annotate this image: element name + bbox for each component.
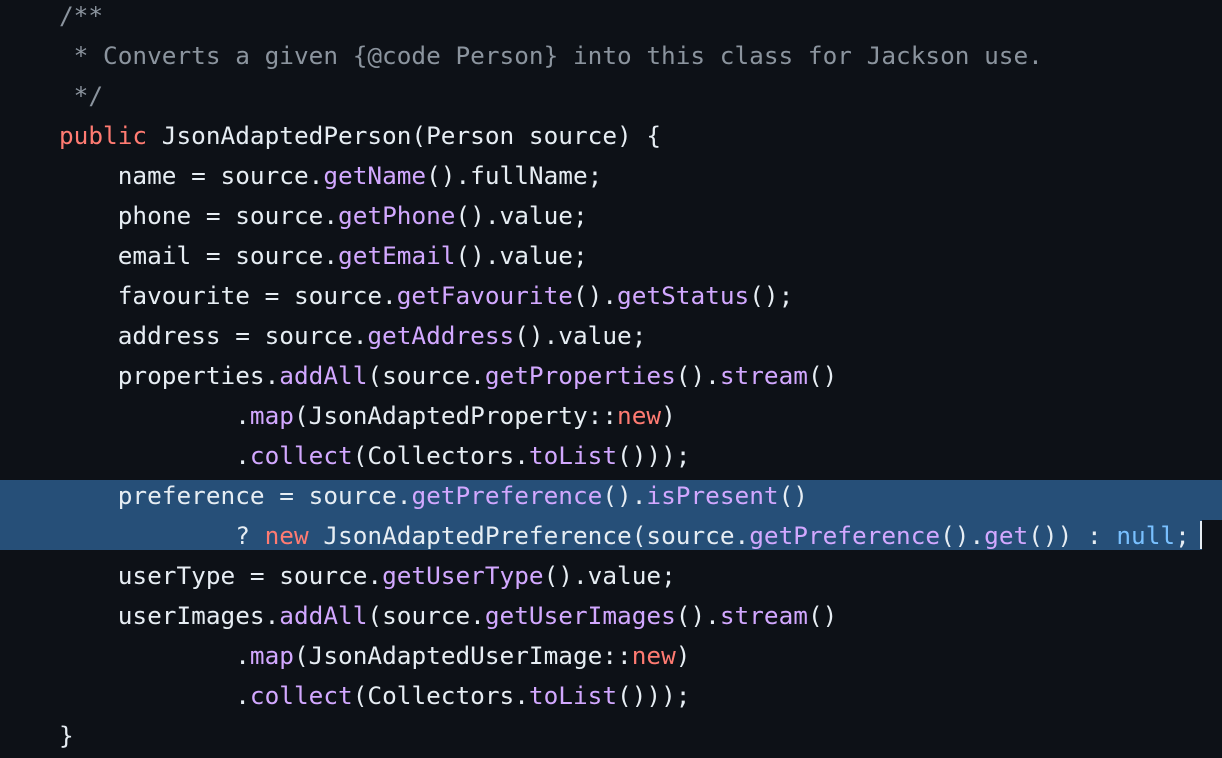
code-token: (JsonAdaptedProperty:: [293, 401, 618, 430]
code-token: . [59, 401, 250, 430]
code-token: new [617, 401, 662, 430]
code-token: ? [59, 521, 265, 550]
code-token: . [59, 681, 250, 710]
code-line-13[interactable]: preference = source.getPreference().isPr… [0, 476, 808, 516]
code-token: (source. [367, 601, 485, 630]
code-token: (). [572, 281, 618, 310]
code-token: toList [528, 441, 618, 470]
code-token: (Collectors. [352, 441, 529, 470]
code-token: */ [59, 81, 104, 110]
code-token: getProperties [484, 361, 676, 390]
code-line-15[interactable]: userType = source.getUserType().value; [0, 556, 676, 596]
code-line-2[interactable]: * Converts a given {@code Person} into t… [0, 36, 1043, 76]
code-token: preference = source. [59, 481, 412, 510]
code-token: stream [719, 601, 808, 630]
code-token: address = source. [59, 321, 368, 350]
code-token: get [984, 521, 1029, 550]
code-token: getUserImages [484, 601, 676, 630]
code-token: ) [661, 401, 676, 430]
code-token: (); [749, 281, 794, 310]
code-line-17[interactable]: .map(JsonAdaptedUserImage::new) [0, 636, 690, 676]
code-token: public [59, 121, 148, 150]
code-line-4[interactable]: public JsonAdaptedPerson(Person source) … [0, 116, 661, 156]
code-token: getEmail [338, 241, 456, 270]
code-token: ().value; [543, 561, 676, 590]
code-token: (). [602, 481, 647, 510]
code-line-1[interactable]: /** [0, 0, 103, 36]
code-token: () [807, 361, 838, 390]
code-token: properties. [59, 361, 280, 390]
code-token: new [631, 641, 676, 670]
code-token: (). [940, 521, 985, 550]
code-token: ; [1175, 521, 1190, 550]
code-line-11[interactable]: .map(JsonAdaptedProperty::new) [0, 396, 676, 436]
code-line-5[interactable]: name = source.getName().fullName; [0, 156, 603, 196]
code-token: getFavourite [396, 281, 573, 310]
code-token: collect [249, 681, 353, 710]
code-token: () [778, 481, 808, 510]
code-token: addAll [279, 361, 368, 390]
code-token: phone = source. [59, 201, 339, 230]
code-token: toList [528, 681, 618, 710]
code-line-10[interactable]: properties.addAll(source.getProperties()… [0, 356, 838, 396]
code-token: () [807, 601, 838, 630]
code-token: isPresent [646, 481, 779, 510]
code-token: favourite = source. [59, 281, 397, 310]
code-line-3[interactable]: */ [0, 76, 103, 116]
code-token: ) [675, 641, 691, 670]
code-token: name = source. [59, 161, 324, 190]
code-token: stream [719, 361, 808, 390]
code-token: new [264, 521, 309, 550]
code-token: ().fullName; [426, 161, 603, 190]
code-token: userImages. [59, 601, 280, 630]
code-token: getUserType [382, 561, 544, 590]
code-line-6[interactable]: phone = source.getPhone().value; [0, 196, 588, 236]
code-line-8[interactable]: favourite = source.getFavourite().getSta… [0, 276, 794, 316]
code-token: getAddress [367, 321, 515, 350]
code-token: userType = source. [59, 561, 383, 590]
code-token: null [1116, 521, 1176, 550]
text-cursor [1200, 521, 1202, 549]
code-token: /** [59, 1, 104, 30]
code-token: email = source. [59, 241, 339, 270]
code-token: ().value; [455, 201, 588, 230]
code-token: addAll [279, 601, 368, 630]
code-token: ().value; [514, 321, 647, 350]
code-token: JsonAdaptedPerson(Person source) { [147, 121, 662, 150]
code-token: * Converts a given {@code Person} into t… [59, 41, 1043, 70]
code-token: getPreference [749, 521, 941, 550]
code-token: } [59, 721, 74, 750]
code-token: JsonAdaptedPreference(source. [308, 521, 750, 550]
code-token: (JsonAdaptedUserImage:: [293, 641, 632, 670]
code-token: map [249, 401, 294, 430]
code-line-18[interactable]: .collect(Collectors.toList())); [0, 676, 690, 716]
code-token: getPhone [338, 201, 456, 230]
code-token: (). [675, 361, 720, 390]
code-token: ())); [617, 681, 691, 710]
code-token: . [59, 641, 250, 670]
code-line-12[interactable]: .collect(Collectors.toList())); [0, 436, 690, 476]
code-line-14[interactable]: ? new JsonAdaptedPreference(source.getPr… [0, 516, 1190, 556]
code-line-19[interactable]: } [0, 716, 74, 756]
code-token: getStatus [617, 281, 750, 310]
code-token: collect [249, 441, 353, 470]
code-token: ()) : [1028, 521, 1117, 550]
code-token: (source. [367, 361, 485, 390]
code-token: (Collectors. [352, 681, 529, 710]
code-editor[interactable]: /** * Converts a given {@code Person} in… [0, 0, 1222, 758]
code-token: . [59, 441, 250, 470]
code-line-9[interactable]: address = source.getAddress().value; [0, 316, 647, 356]
code-token: (). [675, 601, 720, 630]
code-token: getPreference [411, 481, 603, 510]
code-token: ().value; [455, 241, 588, 270]
code-token: map [249, 641, 294, 670]
code-line-7[interactable]: email = source.getEmail().value; [0, 236, 588, 276]
code-token: ())); [617, 441, 691, 470]
code-token: getName [323, 161, 427, 190]
code-line-16[interactable]: userImages.addAll(source.getUserImages()… [0, 596, 838, 636]
